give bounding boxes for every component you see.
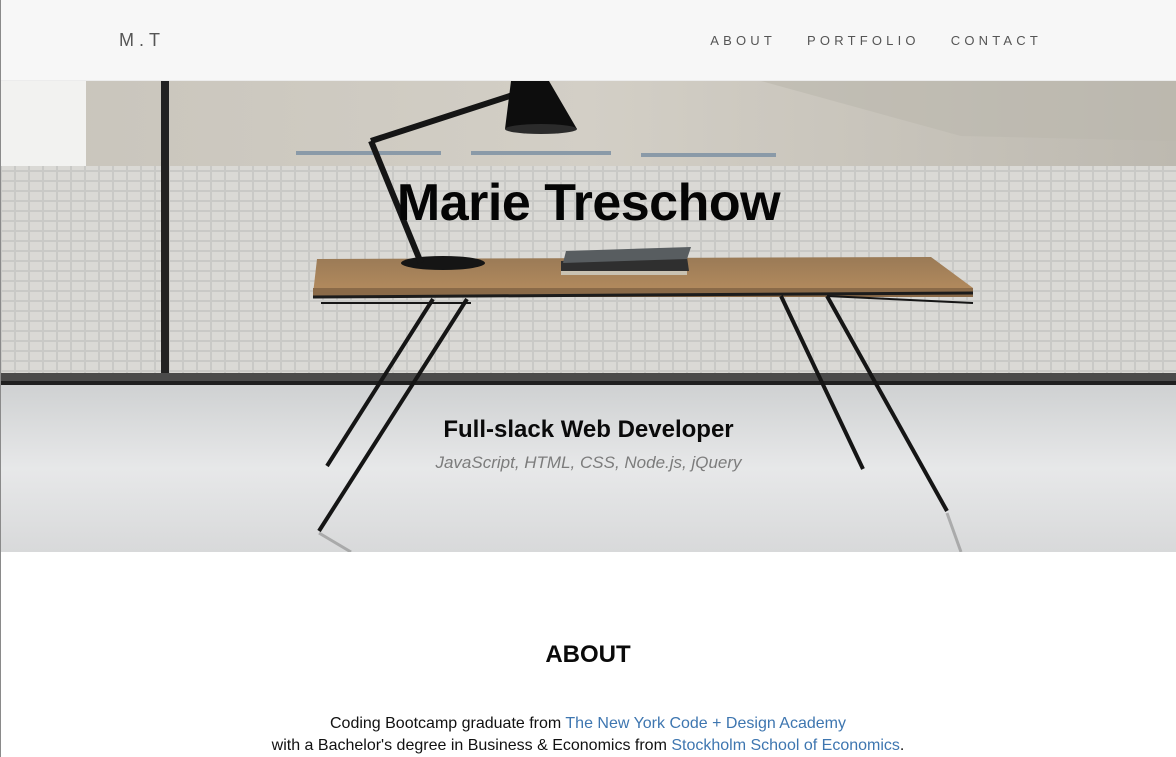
top-navbar: M.T ABOUT PORTFOLIO CONTACT [0,0,1176,81]
sse-link[interactable]: Stockholm School of Economics [671,737,900,754]
hero-subtitle: Full-slack Web Developer [443,416,734,443]
hero-background-image [1,81,1176,552]
about-text: Coding Bootcamp graduate from The New Yo… [0,713,1176,757]
about-line2-text: with a Bachelor's degree in Business & E… [271,737,672,754]
nycda-link[interactable]: The New York Code + Design Academy [565,715,846,732]
window-edge [0,0,1,757]
about-line1-text: Coding Bootcamp graduate from [329,715,566,732]
hero-skills: JavaScript, HTML, CSS, Node.js, jQuery [435,453,742,472]
hero-section: Marie Treschow Full-slack Web Developer … [1,81,1176,552]
nav-link-portfolio[interactable]: PORTFOLIO [807,33,920,48]
about-line2-suffix: . [899,737,905,754]
about-heading: ABOUT [545,641,631,668]
nav-links: ABOUT PORTFOLIO CONTACT [710,33,1042,48]
nav-link-about[interactable]: ABOUT [710,33,776,48]
brand-logo[interactable]: M.T [119,30,165,51]
hero-title: Marie Treschow [396,174,781,232]
nav-link-contact[interactable]: CONTACT [951,33,1042,48]
